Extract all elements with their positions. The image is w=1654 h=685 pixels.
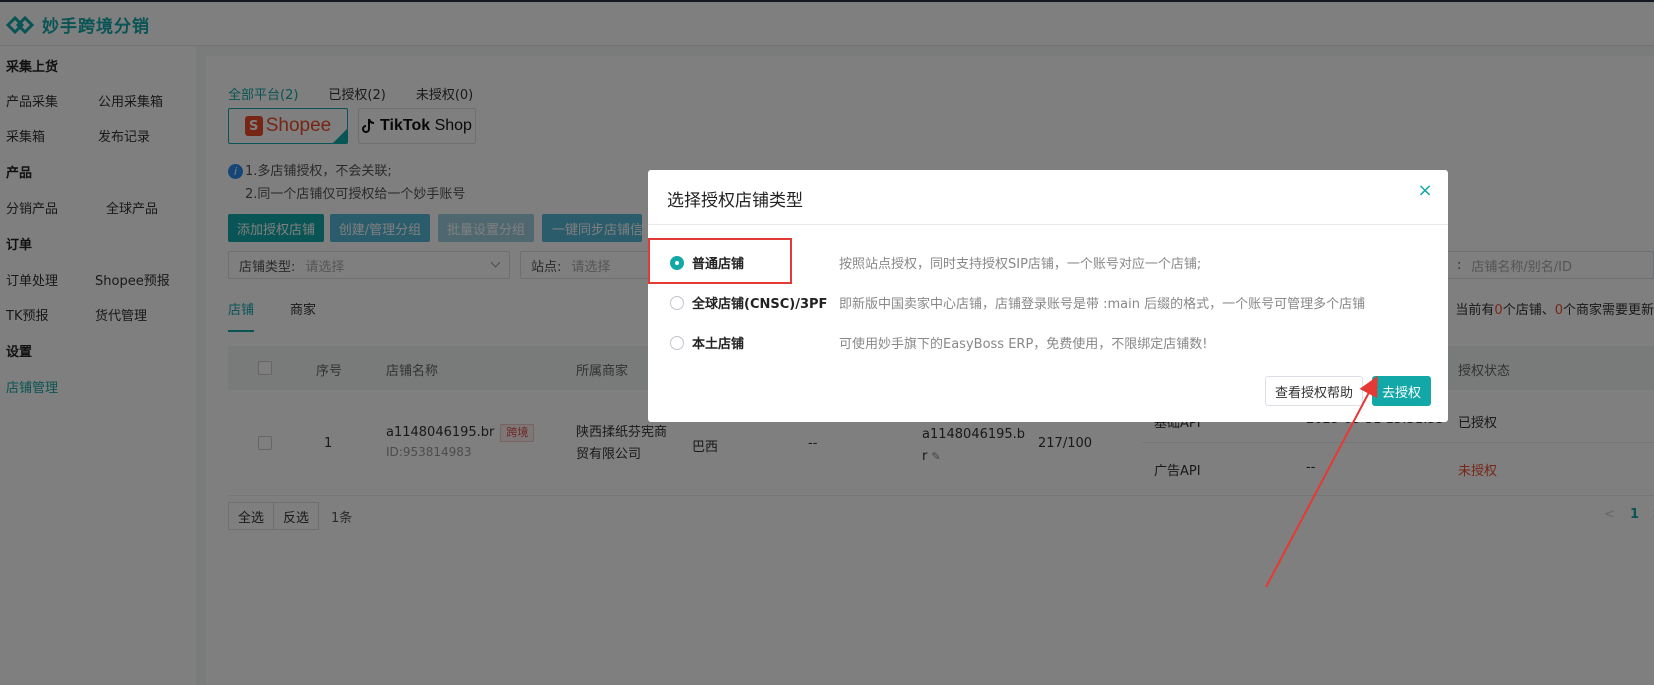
radio-local-shop[interactable] [670, 335, 684, 350]
option-normal-shop[interactable]: 普通店铺 [670, 253, 744, 272]
option-desc-global: 即新版中国卖家中心店铺，店铺登录账号是带 :main 后缀的格式，一个账号可管理… [839, 297, 1366, 312]
option-label-local: 本土店铺 [692, 337, 745, 352]
option-desc-normal: 按照站点授权，同时支持授权SIP店铺，一个账号对应一个店铺; [839, 257, 1202, 272]
option-desc-local: 可使用妙手旗下的EasyBoss ERP，免费使用，不限绑定店铺数! [839, 337, 1208, 352]
option-local-shop[interactable]: 本土店铺 [670, 333, 744, 352]
dialog-title: 选择授权店铺类型 [667, 191, 803, 211]
option-global-shop[interactable]: 全球店铺(CNSC)/3PF [670, 293, 827, 312]
option-label-global: 全球店铺(CNSC)/3PF [692, 297, 828, 312]
option-label-normal: 普通店铺 [692, 257, 745, 272]
annotation-arrow-icon [1265, 375, 1378, 588]
dialog-divider [648, 224, 1448, 225]
radio-normal-shop[interactable] [670, 255, 684, 270]
radio-global-shop[interactable] [670, 295, 684, 310]
close-icon[interactable]: × [1416, 182, 1434, 200]
